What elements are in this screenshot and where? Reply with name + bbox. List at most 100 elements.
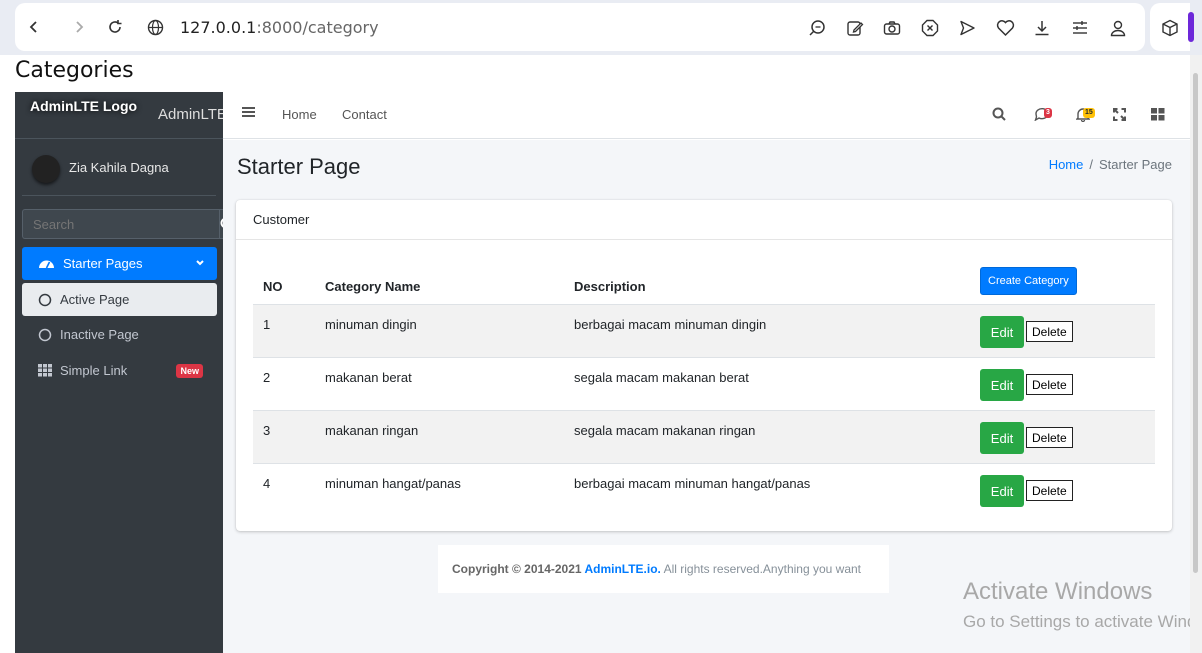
edit-button[interactable]: Edit	[980, 316, 1024, 348]
delete-button[interactable]: Delete	[1026, 374, 1073, 395]
sidebar-item-active-page[interactable]: Active Page	[22, 283, 217, 316]
url-path: :8000/category	[256, 18, 379, 37]
sidebar-item-simple-link[interactable]: Simple Link New	[22, 354, 217, 387]
cell-description: segala macam makanan ringan	[574, 423, 756, 438]
sidebar-item-starter-pages[interactable]: Starter Pages	[22, 247, 217, 280]
edit-button[interactable]: Edit	[980, 369, 1024, 401]
search-input[interactable]	[22, 209, 219, 239]
profile-icon[interactable]	[1107, 17, 1129, 39]
bell-icon[interactable]: 15	[1073, 104, 1095, 124]
category-card: Customer NO Category Name Description Cr…	[236, 200, 1172, 531]
breadcrumb-current: Starter Page	[1099, 157, 1172, 172]
cube-icon[interactable]	[1159, 17, 1181, 39]
table-row: 2 makanan berat segala macam makanan ber…	[253, 358, 1155, 411]
sidebar-item-label: Starter Pages	[63, 256, 143, 271]
card-title: Customer	[236, 200, 1172, 240]
edit-button[interactable]: Edit	[980, 475, 1024, 507]
breadcrumb-separator: /	[1089, 157, 1093, 172]
category-table: NO Category Name Description Create Cate…	[253, 265, 1155, 517]
back-icon[interactable]	[24, 17, 44, 37]
cell-name: makanan ringan	[325, 423, 419, 438]
cell-no: 3	[263, 423, 271, 438]
site-info-icon[interactable]	[145, 17, 165, 37]
column-header-no: NO	[263, 279, 283, 294]
brand-text: AdminLTE	[158, 106, 223, 123]
sidebar-item-label: Inactive Page	[60, 327, 139, 342]
chevron-down-icon	[196, 260, 204, 266]
cell-description: segala macam makanan berat	[574, 370, 749, 385]
table-header: NO Category Name Description Create Cate…	[253, 265, 1155, 305]
sidebar-item-label: Simple Link	[60, 363, 128, 378]
block-icon[interactable]	[919, 17, 941, 39]
heart-icon[interactable]	[994, 17, 1016, 39]
footer: Copyright © 2014-2021 AdminLTE.io. All r…	[438, 545, 889, 593]
footer-text: All rights reserved.Anything you want	[660, 562, 861, 576]
search-icon[interactable]	[989, 104, 1009, 124]
settings-sliders-icon[interactable]	[1069, 17, 1091, 39]
user-panel: Zia Kahila Dagna	[22, 139, 216, 196]
brand-logo: AdminLTE Logo	[30, 98, 138, 114]
cell-no: 1	[263, 317, 271, 332]
apps-grid-icon[interactable]	[1148, 104, 1168, 124]
brand-link[interactable]: AdminLTE Logo AdminLTE	[15, 92, 223, 139]
footer-copyright: Copyright © 2014-2021	[452, 562, 585, 576]
sidebar-item-label: Active Page	[60, 292, 130, 307]
extensions-panel	[1150, 3, 1190, 51]
activation-watermark-title: Activate Windows	[963, 578, 1153, 605]
column-header-name: Category Name	[325, 279, 421, 294]
cell-no: 2	[263, 370, 271, 385]
footer-link[interactable]: AdminLTE.io.	[584, 562, 660, 576]
edit-button[interactable]: Edit	[980, 422, 1024, 454]
nav-link-contact[interactable]: Contact	[342, 107, 387, 122]
page-heading: Categories	[15, 58, 134, 83]
cell-no: 4	[263, 476, 271, 491]
cell-name: minuman dingin	[325, 317, 417, 332]
download-icon[interactable]	[1031, 17, 1053, 39]
table-row: 4 minuman hangat/panas berbagai macam mi…	[253, 464, 1155, 517]
create-category-button[interactable]: Create Category	[980, 267, 1077, 295]
messages-icon[interactable]: 3	[1032, 104, 1052, 124]
forward-icon[interactable]	[69, 17, 89, 37]
sidebar-item-inactive-page[interactable]: Inactive Page	[22, 318, 217, 351]
sidebar-search	[22, 209, 223, 239]
cell-name: makanan berat	[325, 370, 412, 385]
delete-button[interactable]: Delete	[1026, 321, 1073, 342]
camera-icon[interactable]	[881, 17, 903, 39]
url-host: 127.0.0.1	[180, 18, 257, 37]
circle-icon	[38, 293, 52, 306]
new-badge: New	[176, 364, 203, 378]
scrollbar-thumb[interactable]	[1193, 73, 1198, 573]
messages-badge: 3	[1044, 108, 1052, 118]
page-title: Starter Page	[237, 154, 361, 179]
cell-description: berbagai macam minuman hangat/panas	[574, 476, 811, 491]
address-bar[interactable]: 127.0.0.1:8000/category	[180, 18, 379, 37]
grid-icon	[38, 364, 52, 377]
cell-name: minuman hangat/panas	[325, 476, 461, 491]
avatar[interactable]	[32, 155, 60, 183]
breadcrumb: Home / Starter Page	[1049, 157, 1172, 172]
dashboard-icon	[39, 260, 54, 269]
top-navbar: Home Contact 3 15	[223, 92, 1190, 139]
search-page-icon[interactable]	[806, 17, 828, 39]
fullscreen-icon[interactable]	[1109, 104, 1129, 124]
nav-link-home[interactable]: Home	[282, 107, 317, 122]
notifications-badge: 15	[1083, 108, 1095, 118]
table-row: 1 minuman dingin berbagai macam minuman …	[253, 305, 1155, 358]
reload-icon[interactable]	[105, 17, 125, 37]
column-header-description: Description	[574, 279, 646, 294]
activation-watermark-subtitle: Go to Settings to activate Windows.	[963, 612, 1190, 631]
scrollbar[interactable]	[1190, 55, 1202, 653]
hamburger-icon[interactable]	[239, 102, 259, 122]
sidebar: AdminLTE Logo AdminLTE Zia Kahila Dagna …	[15, 92, 223, 653]
delete-button[interactable]: Delete	[1026, 480, 1073, 501]
delete-button[interactable]: Delete	[1026, 427, 1073, 448]
breadcrumb-home[interactable]: Home	[1049, 157, 1084, 172]
cell-description: berbagai macam minuman dingin	[574, 317, 767, 332]
circle-icon	[38, 328, 52, 341]
sidebar-toggle-accent[interactable]	[1188, 12, 1194, 42]
table-row: 3 makanan ringan segala macam makanan ri…	[253, 411, 1155, 464]
browser-toolbar: 127.0.0.1:8000/category	[15, 3, 1145, 51]
send-icon[interactable]	[956, 17, 978, 39]
user-name[interactable]: Zia Kahila Dagna	[69, 160, 169, 175]
edit-page-icon[interactable]	[844, 17, 866, 39]
